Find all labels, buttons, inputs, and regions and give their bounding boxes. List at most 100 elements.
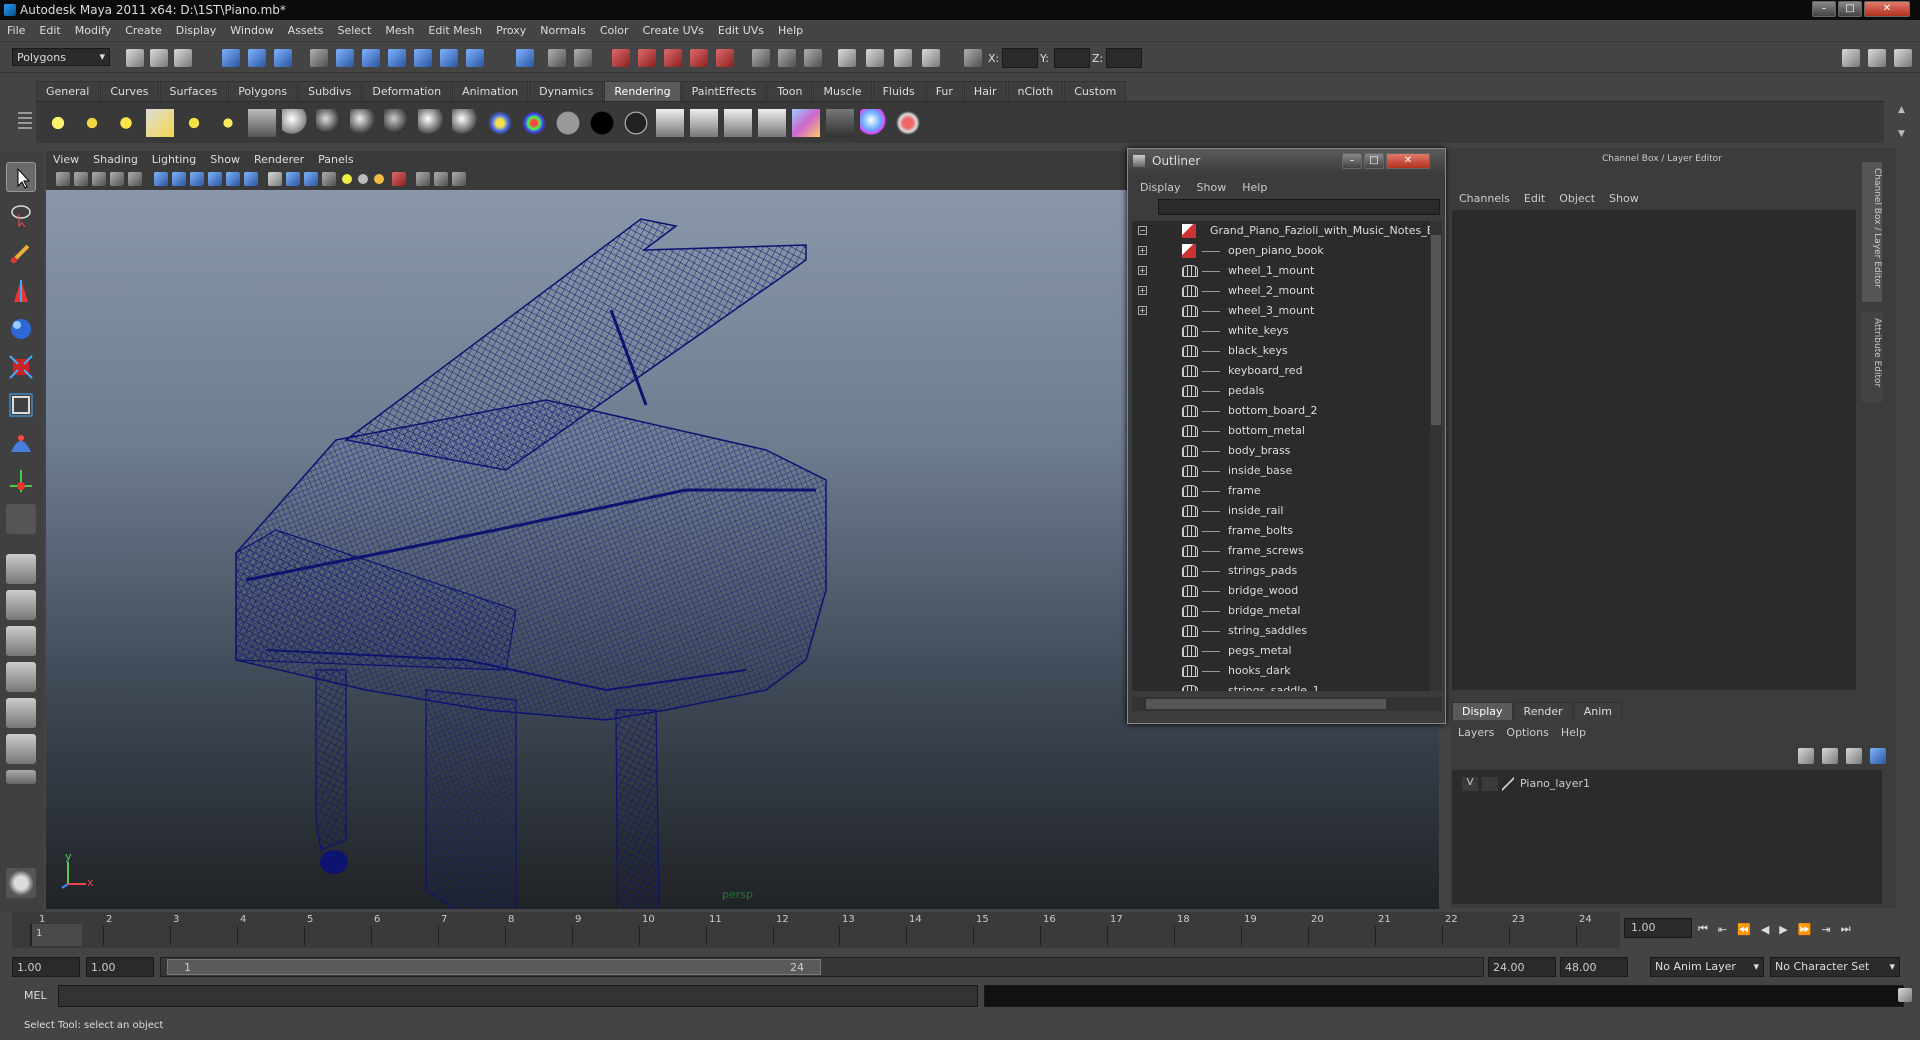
all-lights-icon[interactable] bbox=[358, 174, 368, 184]
outliner-item-root[interactable]: − Grand_Piano_Fazioli_with_Music_Notes_B… bbox=[1132, 221, 1430, 241]
menu-help[interactable]: Help bbox=[771, 20, 810, 42]
lock-icon[interactable] bbox=[548, 49, 566, 67]
paint-texture-icon[interactable] bbox=[894, 109, 922, 137]
step-back-key-icon[interactable]: ⇤ bbox=[1718, 923, 1727, 936]
animation-start-field[interactable]: 1.00 bbox=[12, 957, 80, 977]
shelf-menu-icon[interactable] bbox=[18, 112, 32, 132]
isolate-select-icon[interactable] bbox=[392, 172, 406, 186]
transform-icon[interactable] bbox=[778, 49, 796, 67]
ambient-light-icon[interactable] bbox=[44, 109, 72, 137]
collapse-icon[interactable]: − bbox=[1138, 226, 1147, 235]
new-scene-icon[interactable] bbox=[126, 49, 144, 67]
show-manipulator-icon[interactable] bbox=[6, 466, 36, 496]
shelf-tab-ncloth[interactable]: nCloth bbox=[1007, 80, 1064, 101]
layer-tab-anim[interactable]: Anim bbox=[1573, 702, 1622, 720]
render-view-shelf-icon[interactable] bbox=[826, 109, 854, 137]
viewport-menu-shading[interactable]: Shading bbox=[86, 151, 145, 169]
outliner-item[interactable]: body_brass bbox=[1132, 441, 1422, 461]
phong-material-icon[interactable] bbox=[350, 109, 378, 137]
snap-grid-icon[interactable] bbox=[336, 49, 354, 67]
outliner-item[interactable]: string_saddles bbox=[1132, 621, 1422, 641]
bookmarks-icon[interactable] bbox=[92, 172, 106, 186]
outliner-item[interactable]: + wheel_2_mount bbox=[1132, 281, 1422, 301]
texture-icon[interactable] bbox=[322, 172, 336, 186]
outliner-minimize-button[interactable]: – bbox=[1342, 153, 1362, 169]
new-layer-selected-icon[interactable] bbox=[1822, 748, 1838, 764]
two-d-pan-icon[interactable] bbox=[128, 172, 142, 186]
current-time-marker[interactable]: 1 bbox=[30, 924, 82, 946]
batch-render-icon[interactable] bbox=[724, 109, 752, 137]
layer-tab-render[interactable]: Render bbox=[1513, 702, 1573, 720]
channel-box-side-tab[interactable]: Channel Box / Layer Editor bbox=[1862, 162, 1882, 302]
layout-single-icon[interactable] bbox=[6, 554, 36, 584]
layout-four-icon[interactable] bbox=[6, 590, 36, 620]
step-forward-frame-icon[interactable]: ⏩ bbox=[1798, 923, 1812, 936]
outliner-item[interactable]: frame_screws bbox=[1132, 541, 1422, 561]
hypershade-shelf-icon[interactable] bbox=[792, 109, 820, 137]
channel-menu-edit[interactable]: Edit bbox=[1517, 192, 1552, 205]
menu-window[interactable]: Window bbox=[223, 20, 280, 42]
x-field[interactable] bbox=[1002, 48, 1038, 68]
snap-curve-icon[interactable] bbox=[362, 49, 380, 67]
grid-toggle-icon[interactable] bbox=[154, 172, 168, 186]
outliner-filter-field[interactable] bbox=[1158, 199, 1440, 215]
render-icon[interactable] bbox=[656, 109, 684, 137]
directional-light-icon[interactable] bbox=[78, 109, 106, 137]
outliner-item[interactable]: hooks_dark bbox=[1132, 661, 1422, 681]
outliner-item[interactable]: white_keys bbox=[1132, 321, 1422, 341]
layer-options-icon[interactable] bbox=[1846, 748, 1862, 764]
playback-range-handle[interactable]: 1 24 bbox=[167, 959, 821, 975]
playback-end-field[interactable]: 24.00 bbox=[1488, 957, 1556, 977]
time-slider[interactable]: 1 2 3 4 5 6 7 8 9 10 11 12 13 14 15 16 17 18 19 20 21 22 23 24 1 bbox=[12, 912, 1620, 948]
shelf-tab-hair[interactable]: Hair bbox=[963, 80, 1007, 101]
outliner-item[interactable]: pegs_metal bbox=[1132, 641, 1422, 661]
render-view-icon[interactable] bbox=[716, 49, 734, 67]
menu-create[interactable]: Create bbox=[118, 20, 169, 42]
select-tool-icon[interactable] bbox=[6, 162, 36, 192]
outliner-close-button[interactable]: ✕ bbox=[1386, 153, 1430, 169]
snap-live-icon[interactable] bbox=[440, 49, 458, 67]
outliner-menu-show[interactable]: Show bbox=[1189, 181, 1235, 194]
select-hierarchy-icon[interactable] bbox=[222, 49, 240, 67]
ipr-render-icon[interactable] bbox=[638, 49, 656, 67]
anim-layer-selector[interactable]: No Anim Layer ▾ bbox=[1650, 957, 1764, 977]
soft-modification-icon[interactable] bbox=[6, 428, 36, 458]
tool-settings-toggle-icon[interactable] bbox=[1868, 49, 1886, 67]
layer-visibility-toggle[interactable]: V bbox=[1462, 777, 1478, 791]
menu-select[interactable]: Select bbox=[330, 20, 378, 42]
layer-settings-icon[interactable] bbox=[1870, 748, 1886, 764]
volume-light-icon[interactable] bbox=[214, 109, 242, 137]
step-back-frame-icon[interactable]: ⏪ bbox=[1737, 923, 1751, 936]
hud-icon[interactable] bbox=[452, 172, 466, 186]
channel-menu-channels[interactable]: Channels bbox=[1452, 192, 1517, 205]
layout-hypershade-icon[interactable] bbox=[6, 698, 36, 728]
layer-menu-options[interactable]: Options bbox=[1500, 726, 1554, 739]
play-forward-icon[interactable]: ▶ bbox=[1779, 923, 1787, 936]
y-field[interactable] bbox=[1054, 48, 1090, 68]
playback-range-track[interactable]: 1 24 bbox=[160, 957, 1484, 977]
shelf-tab-toon[interactable]: Toon bbox=[767, 80, 813, 101]
phonge-material-icon[interactable] bbox=[384, 109, 412, 137]
outliner-maximize-button[interactable]: □ bbox=[1364, 153, 1384, 169]
outliner-item[interactable]: + wheel_3_mount bbox=[1132, 301, 1422, 321]
camera-attributes-icon[interactable] bbox=[74, 172, 88, 186]
ramp-shader-icon[interactable] bbox=[486, 109, 514, 137]
shelf-tab-dynamics[interactable]: Dynamics bbox=[529, 80, 604, 101]
anisotropic-material-icon[interactable] bbox=[418, 109, 446, 137]
expand-icon[interactable]: + bbox=[1138, 286, 1147, 295]
ocean-shader-icon[interactable] bbox=[622, 109, 650, 137]
resolution-gate-icon[interactable] bbox=[190, 172, 204, 186]
shelf-tab-general[interactable]: General bbox=[36, 80, 100, 101]
command-language-label[interactable]: MEL bbox=[24, 989, 47, 1002]
mode-selector[interactable]: Polygons ▾ bbox=[12, 48, 110, 66]
mental-ray-icon[interactable] bbox=[860, 109, 888, 137]
outliner-item[interactable]: black_keys bbox=[1132, 341, 1422, 361]
shelf-tab-deformation[interactable]: Deformation bbox=[362, 80, 452, 101]
toggle-outliner-icon[interactable] bbox=[866, 49, 884, 67]
camera-select-icon[interactable] bbox=[56, 172, 70, 186]
close-button[interactable]: ✕ bbox=[1864, 1, 1910, 17]
wireframe-icon[interactable] bbox=[268, 172, 282, 186]
default-light-icon[interactable] bbox=[342, 174, 352, 184]
menu-modify[interactable]: Modify bbox=[68, 20, 118, 42]
area-light-icon[interactable] bbox=[180, 109, 208, 137]
